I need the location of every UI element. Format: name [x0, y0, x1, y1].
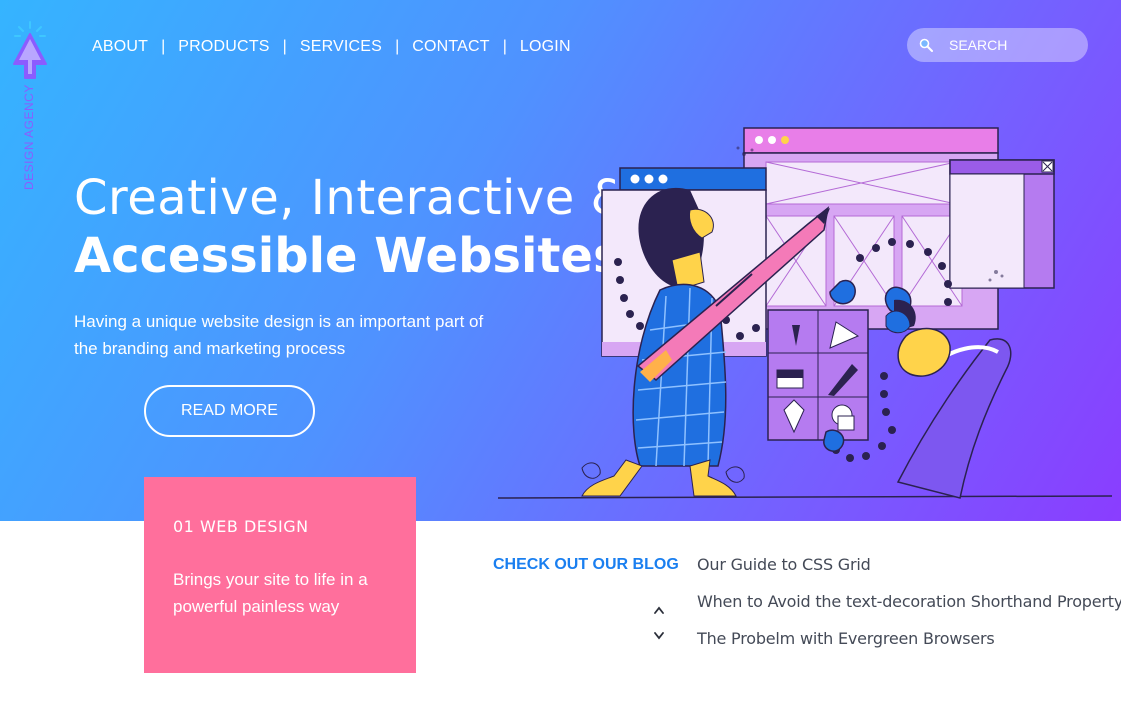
brand-vertical-text: DESIGN AGENCY [22, 84, 36, 190]
service-card[interactable]: 01 WEB DESIGN Brings your site to life i… [144, 477, 416, 673]
nav-separator: | [502, 38, 507, 55]
tool-palette [767, 309, 869, 441]
chevron-up-icon[interactable] [651, 603, 667, 617]
search-bar[interactable] [907, 28, 1088, 62]
blog-post-link[interactable]: The Probelm with Evergreen Browsers [697, 630, 1121, 667]
hero-section: DESIGN AGENCY ABOUT | PRODUCTS | SERVICE… [0, 0, 1121, 521]
card-title: 01 WEB DESIGN [173, 517, 309, 536]
browser-window-right [949, 159, 1055, 289]
nav-login[interactable]: LOGIN [520, 38, 571, 56]
nav-services[interactable]: SERVICES [300, 38, 382, 56]
blog-post-link[interactable]: When to Avoid the text-decoration Shorth… [697, 593, 1121, 630]
nav-contact[interactable]: CONTACT [412, 38, 490, 56]
designer-illustration [497, 127, 1113, 499]
nav-products[interactable]: PRODUCTS [178, 38, 269, 56]
hero-subtitle: Having a unique website design is an imp… [74, 312, 484, 358]
main-nav: ABOUT | PRODUCTS | SERVICES | CONTACT | … [92, 38, 571, 56]
blog-post-list: Our Guide to CSS Grid When to Avoid the … [697, 556, 1121, 667]
read-more-button[interactable]: READ MORE [144, 385, 315, 437]
cursor-logo-icon[interactable] [10, 20, 50, 82]
blog-heading[interactable]: CHECK OUT OUR BLOG [493, 556, 679, 574]
nav-separator: | [161, 38, 166, 55]
nav-about[interactable]: ABOUT [92, 38, 148, 56]
nav-separator: | [282, 38, 287, 55]
card-text: Brings your site to life in a powerful p… [173, 570, 368, 616]
search-input[interactable] [949, 37, 1079, 53]
search-icon[interactable] [919, 38, 933, 52]
chevron-down-icon[interactable] [651, 629, 667, 643]
nav-separator: | [395, 38, 400, 55]
blog-post-link[interactable]: Our Guide to CSS Grid [697, 556, 1121, 593]
